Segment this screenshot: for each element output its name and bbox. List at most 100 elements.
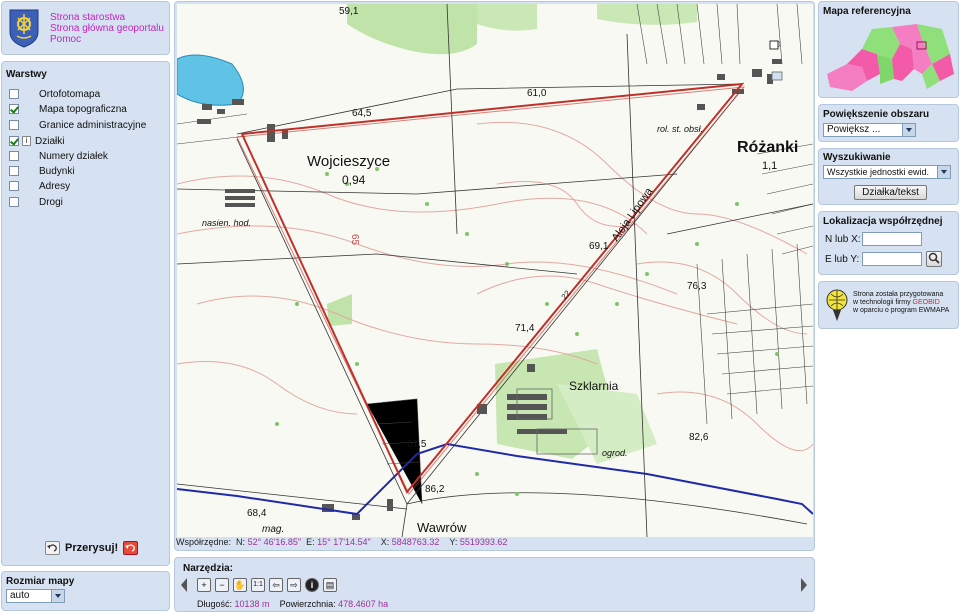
geobid-panel: Strona została przygotowana w technologi…	[818, 281, 959, 329]
layer-checkbox[interactable]	[9, 89, 19, 99]
map-size-select[interactable]: auto	[6, 589, 65, 603]
geobid-brand-link[interactable]: GEOBID	[913, 299, 940, 306]
map-label-szklarnia: Szklarnia	[569, 379, 619, 393]
reference-map[interactable]	[822, 19, 957, 94]
coordinate-readout: Współrzędne: N: 52° 46'16.85" E: 15° 17'…	[176, 537, 812, 550]
map-size-panel: Rozmiar mapy auto	[1, 571, 170, 611]
reset-icon[interactable]	[123, 541, 139, 555]
help-link[interactable]: Pomoc	[50, 34, 164, 45]
layers-panel: Warstwy Ortofotomapa Mapa topograficzna …	[1, 61, 170, 566]
map-label: ogrod.	[602, 448, 628, 458]
layer-label: Mapa topograficzna	[39, 103, 127, 115]
layer-label: Budynki	[39, 165, 75, 177]
topographic-map: Wojcieszyce 0,94 Różanki 1,1 Wawrów Szkl…	[177, 4, 813, 537]
coords-n-value: 52° 46'16.85"	[247, 537, 302, 547]
layer-ortho[interactable]: Ortofotomapa	[9, 87, 100, 101]
layer-admin-boundaries[interactable]: Granice administracyjne	[9, 118, 146, 132]
map-label: 61,5	[407, 439, 427, 450]
info-icon[interactable]: i	[22, 136, 31, 146]
search-panel: Wyszukiwanie Wszystkie jednostki ewid. D…	[818, 148, 959, 205]
map-label: 1,1	[762, 160, 777, 172]
coords-x-label: X:	[380, 537, 390, 547]
map-label: 82,6	[689, 432, 709, 443]
coords-e-label: E:	[306, 537, 315, 547]
measure-icon[interactable]: ▤	[323, 578, 337, 592]
map-canvas[interactable]: Wojcieszyce 0,94 Różanki 1,1 Wawrów Szkl…	[177, 4, 813, 537]
map-label: mag.	[262, 524, 284, 535]
arrow-right-icon[interactable]: ⇨	[287, 578, 301, 592]
layer-parcels[interactable]: i Działki	[9, 134, 64, 148]
scroll-left-icon[interactable]	[180, 578, 188, 592]
map-label: 68,4	[247, 508, 267, 519]
coords-prefix: Współrzędne:	[176, 537, 232, 547]
search-title: Wyszukiwanie	[823, 152, 891, 163]
map-size-value: auto	[10, 590, 30, 601]
chevron-down-icon	[51, 590, 64, 602]
layer-topo[interactable]: Mapa topograficzna	[9, 102, 127, 116]
coords-n-label: N:	[236, 537, 246, 547]
length-label: Długość:	[197, 599, 233, 609]
scroll-right-icon[interactable]	[800, 578, 808, 592]
coords-y-label: Y:	[449, 537, 458, 547]
geoportal-home-link[interactable]: Strona główna geoportalu	[50, 23, 164, 34]
pan-hand-icon[interactable]: ✋	[233, 578, 247, 592]
map-label: 86,2	[425, 484, 445, 495]
info-icon[interactable]: i	[305, 578, 319, 592]
map-label: 65	[349, 234, 360, 246]
n-field[interactable]	[862, 232, 922, 246]
undo-icon[interactable]	[45, 541, 60, 555]
map-label-wojcieszyce: Wojcieszyce	[307, 153, 390, 170]
chevron-down-icon	[902, 124, 915, 136]
arrow-left-icon[interactable]: ⇦	[269, 578, 283, 592]
map-label: 76,3	[687, 281, 707, 292]
reference-map-title: Mapa referencyjna	[823, 6, 911, 17]
area-value: 478.4607 ha	[338, 599, 389, 609]
layer-checkbox[interactable]	[9, 120, 19, 130]
locate-button[interactable]	[926, 251, 942, 267]
parcel-search-button[interactable]: Działka/tekst	[854, 185, 927, 200]
layer-checkbox[interactable]	[9, 151, 19, 161]
layer-checkbox[interactable]	[9, 136, 19, 146]
coordinate-locate-panel: Lokalizacja współrzędnej N lub X: E lub …	[818, 211, 959, 275]
map-label: rol. st. obsł.	[657, 124, 703, 134]
map-label-rozanki: Różanki	[737, 139, 798, 156]
layer-parcel-numbers[interactable]: Numery działek	[9, 149, 108, 163]
layer-label: Adresy	[39, 180, 71, 192]
zoom-out-icon[interactable]: −	[215, 578, 229, 592]
coords-y-value: 5519393.62	[459, 537, 508, 547]
layer-buildings[interactable]: Budynki	[9, 164, 75, 178]
measurement-readout: Długość: 10138 m Powierzchnia: 478.4607 …	[197, 599, 388, 609]
credit-line-1: Strona została przygotowana	[853, 291, 944, 298]
map-label: 71,4	[515, 323, 535, 334]
geobid-logo-icon[interactable]	[825, 288, 849, 322]
map-label: 61,0	[527, 88, 547, 99]
zoom-in-icon[interactable]: +	[197, 578, 211, 592]
map-label: 59,1	[339, 6, 359, 17]
county-site-link[interactable]: Strona starostwa	[50, 12, 164, 23]
zoom-1-1-icon[interactable]: 1:1	[251, 578, 265, 592]
e-field[interactable]	[862, 252, 922, 266]
layer-addresses[interactable]: Adresy	[9, 179, 70, 193]
map-label: nasien. hod.	[202, 218, 251, 228]
zoom-select[interactable]: Powiększ ...	[823, 123, 916, 137]
zoom-title: Powiększenie obszaru	[823, 109, 930, 120]
layer-checkbox[interactable]	[9, 104, 19, 114]
layer-roads[interactable]: Drogi	[9, 195, 63, 209]
coords-x-value: 5848763.32	[391, 537, 440, 547]
layers-title: Warstwy	[6, 69, 47, 80]
layer-checkbox[interactable]	[9, 197, 19, 207]
layer-label: Numery działek	[39, 150, 108, 162]
map-frame: Wojcieszyce 0,94 Różanki 1,1 Wawrów Szkl…	[174, 1, 815, 551]
search-scope-select[interactable]: Wszystkie jednostki ewid.	[823, 165, 951, 179]
layer-checkbox[interactable]	[9, 166, 19, 176]
redraw-button[interactable]: Przerysuj!	[65, 542, 118, 554]
map-label-wawrow: Wawrów	[417, 520, 467, 535]
map-label: 69,1	[589, 241, 609, 252]
e-field-label: E lub Y:	[825, 254, 860, 265]
layer-checkbox[interactable]	[9, 181, 19, 191]
tools-title: Narzędzia:	[183, 563, 234, 574]
coords-e-value: 15° 17'14.54"	[317, 537, 371, 547]
tools-panel: Narzędzia: + − ✋ 1:1 ⇦ ⇨ i ▤ Długość: 10…	[174, 557, 815, 612]
n-field-label: N lub X:	[825, 234, 861, 245]
map-size-title: Rozmiar mapy	[6, 576, 75, 587]
